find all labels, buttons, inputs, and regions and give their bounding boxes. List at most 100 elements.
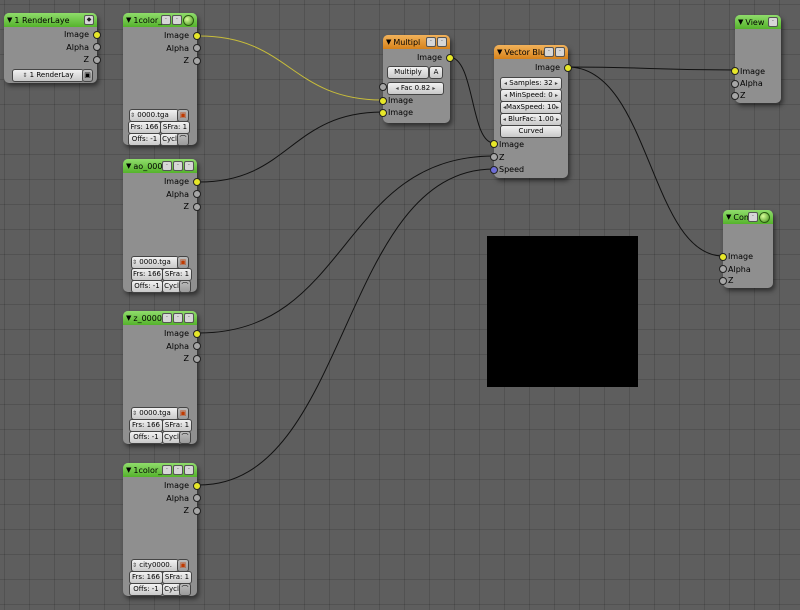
image-node-2-header[interactable]: ▼ ao_0000 · · · <box>123 159 197 173</box>
socket-alpha-in[interactable] <box>731 80 739 88</box>
socket-z-in[interactable] <box>490 153 498 161</box>
image-node-3[interactable]: ▼ z_0000.t · · · Image Alpha Z ⇕ 0000.tga … <box>123 311 201 444</box>
auto-refresh-icon[interactable]: ⌒ <box>179 280 191 293</box>
fac-field[interactable]: ◂ Fac 0.82 ▸ <box>387 82 444 95</box>
output-label-alpha: Alpha <box>166 342 189 351</box>
socket-image-in-1[interactable] <box>379 97 387 105</box>
output-label-alpha: Alpha <box>166 190 189 199</box>
hide-icon[interactable]: · <box>544 47 554 57</box>
image-node-1[interactable]: ▼ 1color_0 · · Image Alpha Z ⇕ 0000.tga ▣… <box>123 13 201 146</box>
socket-image-in[interactable] <box>731 67 739 75</box>
socket-z-in[interactable] <box>731 92 739 100</box>
link-multiply-to-vblur <box>448 56 495 144</box>
socket-alpha-out[interactable] <box>93 43 101 51</box>
collapse-triangle-icon[interactable]: ▼ <box>386 38 391 46</box>
multiply-header[interactable]: ▼ Multipl · · <box>383 35 450 49</box>
socket-image-out[interactable] <box>93 31 101 39</box>
collapse-triangle-icon[interactable]: ▼ <box>126 314 131 322</box>
collapse-triangle-icon[interactable]: ▼ <box>126 466 131 474</box>
hide-icon[interactable]: · <box>162 465 172 475</box>
offset-field[interactable]: Offs: -1 <box>129 583 163 596</box>
vector-blur-header[interactable]: ▼ Vector Blur · · <box>494 45 568 59</box>
socket-image-out[interactable] <box>193 330 201 338</box>
render-layers-node[interactable]: ▼ 1 RenderLaye ◆ Image Alpha Z ⇕ 1 Rende… <box>4 13 101 83</box>
socket-image-out[interactable] <box>446 54 454 62</box>
preview-toggle-icon[interactable]: · <box>748 212 758 222</box>
collapse-icon[interactable]: · <box>184 313 194 323</box>
blend-mode-select[interactable]: Multiply <box>387 66 429 79</box>
socket-speed-in[interactable] <box>490 166 498 174</box>
offset-field[interactable]: Offs: -1 <box>128 133 161 146</box>
socket-fac-in[interactable] <box>379 83 387 91</box>
link-vblur-to-composite <box>567 66 724 257</box>
use-alpha-toggle[interactable]: A <box>429 66 443 79</box>
composite-header[interactable]: ▼ Com · <box>723 210 773 224</box>
collapse-triangle-icon[interactable]: ▼ <box>726 213 731 221</box>
output-label-alpha: Alpha <box>166 44 189 53</box>
render-layers-header[interactable]: ▼ 1 RenderLaye ◆ <box>4 13 97 27</box>
hide-icon[interactable]: · <box>161 15 171 25</box>
input-label-image: Image <box>740 67 766 76</box>
input-label-z: Z <box>499 153 505 162</box>
socket-z-out[interactable] <box>93 56 101 64</box>
socket-image-in[interactable] <box>719 253 727 261</box>
collapse-triangle-icon[interactable]: ▼ <box>7 16 12 24</box>
image-node-1-header[interactable]: ▼ 1color_0 · · <box>123 13 197 27</box>
preview-toggle-icon[interactable]: · <box>768 17 778 27</box>
socket-image-out[interactable] <box>193 32 201 40</box>
socket-z-out[interactable] <box>193 355 201 363</box>
preview-toggle-icon[interactable]: · <box>172 15 182 25</box>
collapse-triangle-icon[interactable]: ▼ <box>126 162 131 170</box>
status-ball-icon <box>759 212 770 223</box>
collapse-icon[interactable]: · <box>184 465 194 475</box>
auto-refresh-icon[interactable]: ⌒ <box>179 583 191 596</box>
collapse-triangle-icon[interactable]: ▼ <box>497 48 502 56</box>
hide-icon[interactable]: · <box>426 37 436 47</box>
hide-icon[interactable]: · <box>162 161 172 171</box>
vector-blur-node[interactable]: ▼ Vector Blur · · Image ◂ Samples: 32 ▸ ◂… <box>490 45 572 178</box>
socket-alpha-out[interactable] <box>193 44 201 52</box>
link-color-to-multiply <box>198 35 384 101</box>
socket-z-out[interactable] <box>193 57 201 65</box>
input-label-alpha: Alpha <box>728 265 751 274</box>
socket-z-out[interactable] <box>193 507 201 515</box>
render-layer-select[interactable]: ⇕ 1 RenderLay <box>12 69 84 82</box>
image-node-4-header[interactable]: ▼ 1color_ · · · <box>123 463 197 477</box>
scene-icon[interactable]: ▣ <box>82 69 93 82</box>
socket-z-out[interactable] <box>193 203 201 211</box>
collapse-triangle-icon[interactable]: ▼ <box>126 16 131 24</box>
preview-toggle-icon[interactable]: · <box>173 161 183 171</box>
image-node-3-header[interactable]: ▼ z_0000.t · · · <box>123 311 197 325</box>
socket-image-out[interactable] <box>193 178 201 186</box>
offset-field[interactable]: Offs: -1 <box>129 431 163 444</box>
image-node-4[interactable]: ▼ 1color_ · · · Image Alpha Z ⇕ city0000. … <box>123 463 201 596</box>
socket-alpha-out[interactable] <box>193 494 201 502</box>
socket-alpha-out[interactable] <box>193 342 201 350</box>
curved-toggle[interactable]: Curved <box>500 125 562 138</box>
collapse-triangle-icon[interactable]: ▼ <box>738 18 743 26</box>
viewer-header[interactable]: ▼ View · <box>735 15 781 29</box>
auto-refresh-icon[interactable]: ⌒ <box>177 133 189 146</box>
preview-toggle-icon[interactable]: · <box>555 47 565 57</box>
offset-field[interactable]: Offs: -1 <box>131 280 163 293</box>
socket-image-in[interactable] <box>490 140 498 148</box>
preview-toggle-icon[interactable]: · <box>173 465 183 475</box>
viewer-node[interactable]: ▼ View · Image Alpha Z <box>731 15 781 103</box>
collapse-icon[interactable]: · <box>184 161 194 171</box>
hide-icon[interactable]: · <box>162 313 172 323</box>
preview-toggle-icon[interactable]: · <box>173 313 183 323</box>
preview-toggle-icon[interactable]: ◆ <box>84 15 94 25</box>
auto-refresh-icon[interactable]: ⌒ <box>179 431 191 444</box>
image-node-2[interactable]: ▼ ao_0000 · · · Image Alpha Z ⇕ 0000.tga ▣… <box>123 159 201 293</box>
node-title: Multipl <box>393 37 421 47</box>
multiply-node[interactable]: ▼ Multipl · · Image Multiply A ◂ Fac 0.82… <box>379 35 454 123</box>
socket-image-out[interactable] <box>564 64 572 72</box>
preview-toggle-icon[interactable]: · <box>437 37 447 47</box>
socket-alpha-in[interactable] <box>719 265 727 273</box>
socket-z-in[interactable] <box>719 277 727 285</box>
socket-image-out[interactable] <box>193 482 201 490</box>
socket-alpha-out[interactable] <box>193 190 201 198</box>
composite-node[interactable]: ▼ Com · Image Alpha Z <box>719 210 773 288</box>
input-label-z: Z <box>740 91 746 100</box>
socket-image-in-2[interactable] <box>379 109 387 117</box>
